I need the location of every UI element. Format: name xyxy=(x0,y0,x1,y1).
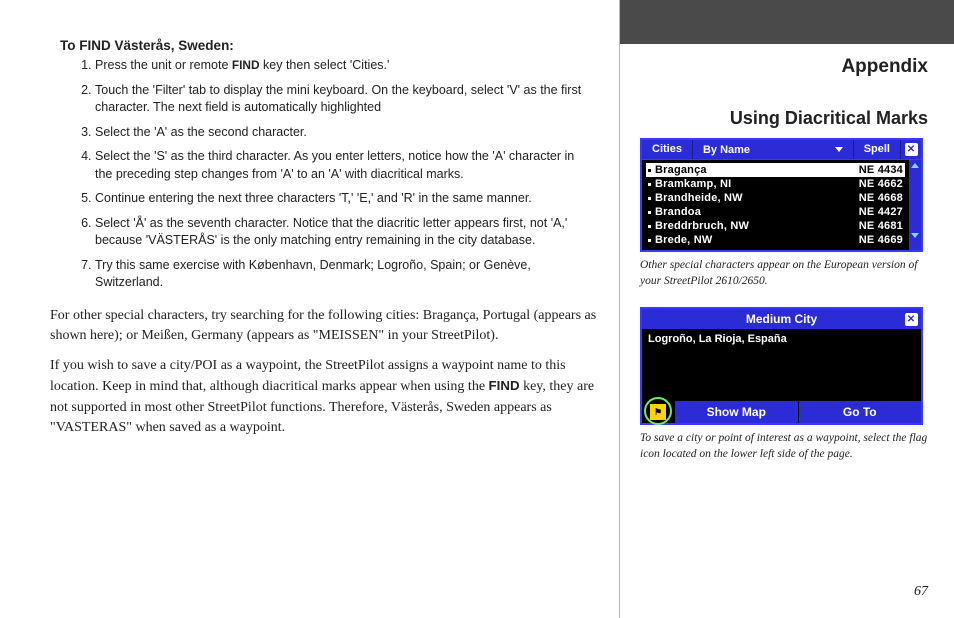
caption-2: To save a city or point of interest as a… xyxy=(640,431,930,462)
close-button[interactable]: ✕ xyxy=(901,140,921,159)
city-list-row[interactable]: Brede, NWNE 4669 xyxy=(646,233,905,247)
instruction-step: Touch the 'Filter' tab to display the mi… xyxy=(95,82,599,117)
scroll-up-icon[interactable] xyxy=(909,160,921,170)
city-list: BragançaNE 4434Bramkamp, NINE 4662Brandh… xyxy=(642,160,909,250)
tab-sort-label: By Name xyxy=(703,144,750,156)
section-title: Using Diacritical Marks xyxy=(730,108,928,129)
manual-page: To FIND Västerås, Sweden: Press the unit… xyxy=(0,0,954,618)
city-distance: NE 4434 xyxy=(841,164,903,176)
show-map-button[interactable]: Show Map xyxy=(674,401,798,423)
device2-header: Medium City ✕ xyxy=(642,309,921,329)
close-icon: ✕ xyxy=(905,143,918,156)
device2-title: Medium City xyxy=(662,312,901,326)
city-list-row[interactable]: Breddrbruch, NWNE 4681 xyxy=(646,219,905,233)
instruction-step: Try this same exercise with København, D… xyxy=(95,257,599,292)
device-screenshot-cities: Cities By Name Spell ✕ BragançaNE 4434Br… xyxy=(640,138,923,252)
screenshots-area: Cities By Name Spell ✕ BragançaNE 4434Br… xyxy=(640,138,930,480)
close-button-2[interactable]: ✕ xyxy=(901,309,921,329)
flag-button[interactable]: ⚑ xyxy=(642,401,674,423)
city-distance: NE 4427 xyxy=(841,206,903,218)
device2-footer: ⚑ Show Map Go To xyxy=(642,401,921,423)
bullet-icon xyxy=(648,197,651,200)
city-distance: NE 4669 xyxy=(841,234,903,246)
bullet-icon xyxy=(648,239,651,242)
body-paragraph-2: If you wish to save a city/POI as a wayp… xyxy=(50,356,599,438)
bullet-icon xyxy=(648,183,651,186)
instruction-heading: To FIND Västerås, Sweden: xyxy=(60,38,599,53)
instruction-step: Continue entering the next three charact… xyxy=(95,190,599,208)
page-number: 67 xyxy=(914,584,928,600)
bullet-icon xyxy=(648,211,651,214)
device-screenshot-city-detail: Medium City ✕ Logroño, La Rioja, España … xyxy=(640,307,923,425)
instruction-step: Press the unit or remote FIND key then s… xyxy=(95,57,599,75)
body-paragraph-1: For other special characters, try search… xyxy=(50,306,599,347)
left-column: To FIND Västerås, Sweden: Press the unit… xyxy=(0,0,620,618)
go-to-button[interactable]: Go To xyxy=(798,401,922,423)
bullet-icon xyxy=(648,169,651,172)
city-detail-line: Logroño, La Rioja, España xyxy=(648,333,787,345)
chevron-down-icon xyxy=(835,147,843,152)
bullet-icon xyxy=(648,225,651,228)
city-distance: NE 4681 xyxy=(841,220,903,232)
header-bar xyxy=(620,0,954,44)
heading-prefix: To FIND xyxy=(60,38,115,53)
right-column: Appendix Using Diacritical Marks Cities … xyxy=(620,0,954,618)
city-name: Brede, NW xyxy=(655,234,841,246)
instruction-steps: Press the unit or remote FIND key then s… xyxy=(95,57,599,292)
city-distance: NE 4668 xyxy=(841,192,903,204)
city-list-row[interactable]: BrandoaNE 4427 xyxy=(646,205,905,219)
scroll-down-icon[interactable] xyxy=(909,230,921,240)
city-name: Brandoa xyxy=(655,206,841,218)
instruction-step: Select 'Å' as the seventh character. Not… xyxy=(95,215,599,250)
city-name: Bragança xyxy=(655,164,841,176)
tab-spell[interactable]: Spell xyxy=(854,140,901,159)
instruction-step: Select the 'A' as the second character. xyxy=(95,124,599,142)
heading-city: Västerås, Sweden: xyxy=(115,38,234,53)
city-name: Brandheide, NW xyxy=(655,192,841,204)
device1-body-row: BragançaNE 4434Bramkamp, NINE 4662Brandh… xyxy=(642,160,921,250)
city-list-row[interactable]: Brandheide, NWNE 4668 xyxy=(646,191,905,205)
city-name: Bramkamp, NI xyxy=(655,178,841,190)
device1-header: Cities By Name Spell ✕ xyxy=(642,140,921,160)
instruction-step: Select the 'S' as the third character. A… xyxy=(95,148,599,183)
scrollbar[interactable] xyxy=(909,160,921,250)
tab-cities[interactable]: Cities xyxy=(642,140,693,159)
close-icon: ✕ xyxy=(905,313,918,326)
city-list-row[interactable]: Bramkamp, NINE 4662 xyxy=(646,177,905,191)
city-distance: NE 4662 xyxy=(841,178,903,190)
find-key-bold: FIND xyxy=(489,378,520,393)
tab-sort[interactable]: By Name xyxy=(693,140,854,159)
city-list-row[interactable]: BragançaNE 4434 xyxy=(646,163,905,177)
appendix-title: Appendix xyxy=(841,56,928,78)
caption-1: Other special characters appear on the E… xyxy=(640,258,930,289)
device2-body: Logroño, La Rioja, España xyxy=(642,329,921,401)
city-name: Breddrbruch, NW xyxy=(655,220,841,232)
flag-icon: ⚑ xyxy=(650,404,666,420)
